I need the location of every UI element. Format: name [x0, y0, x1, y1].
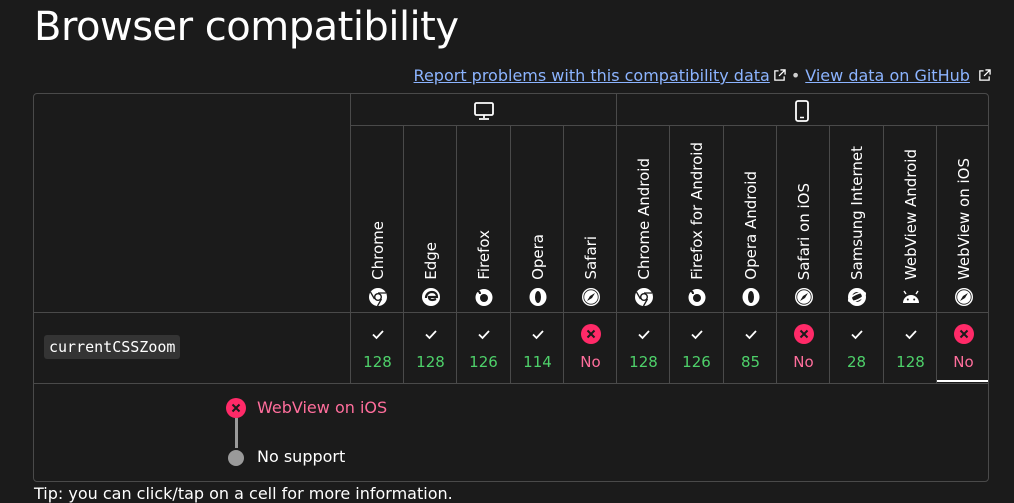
support-cell-chrome[interactable]: 128: [351, 313, 404, 383]
support-cell-webview-on-ios[interactable]: No: [937, 313, 988, 383]
support-cell-opera[interactable]: 114: [511, 313, 564, 383]
firefox-icon: [687, 287, 707, 307]
check-icon: [634, 324, 654, 344]
browser-header-firefox-for-android: Firefox for Android: [670, 126, 723, 312]
view-github-link[interactable]: View data on GitHub: [805, 66, 970, 85]
chrome-icon: [634, 287, 654, 307]
support-version: 28: [846, 353, 867, 371]
browser-header-webview-on-ios: WebView on iOS: [937, 126, 988, 312]
feature-name[interactable]: currentCSSZoom: [44, 335, 181, 359]
browser-name: WebView on iOS: [954, 157, 973, 280]
browser-header-chrome: Chrome: [351, 126, 404, 312]
samsung-internet-icon: [847, 287, 867, 307]
legend-support-label: No support: [257, 447, 346, 466]
browser-header-firefox: Firefox: [457, 126, 510, 312]
mobile-icon: [795, 100, 809, 122]
row-divider: [34, 383, 988, 384]
support-version: 128: [363, 353, 392, 371]
opera-icon: [741, 287, 761, 307]
browser-header-opera-android: Opera Android: [724, 126, 777, 312]
android-icon: [901, 287, 921, 307]
compat-table: Chrome Edge Firefox Opera Safari Chrome Andro…: [33, 93, 989, 482]
no-support-icon: [793, 324, 814, 344]
support-cell-safari-on-ios[interactable]: No: [777, 313, 830, 383]
support-cell-opera-android[interactable]: 85: [724, 313, 777, 383]
support-cell-chrome-android[interactable]: 128: [617, 313, 670, 383]
support-version: 128: [629, 353, 658, 371]
browser-name: Safari on iOS: [794, 182, 813, 280]
no-support-icon: [953, 324, 974, 344]
browser-name: Chrome Android: [634, 158, 653, 280]
support-version: 85: [740, 353, 761, 371]
support-version: 126: [469, 353, 498, 371]
support-version: No: [793, 353, 814, 371]
desktop-icon: [474, 102, 494, 120]
check-icon: [528, 324, 548, 344]
safari-icon: [794, 287, 814, 307]
check-icon: [847, 324, 867, 344]
browser-name: Firefox: [474, 230, 493, 280]
browser-name: Chrome: [368, 221, 387, 280]
check-icon: [901, 324, 921, 344]
browser-header-safari-on-ios: Safari on iOS: [777, 126, 830, 312]
safari-icon: [954, 287, 974, 307]
page-title: Browser compatibility: [34, 4, 459, 50]
no-support-icon: [226, 398, 246, 418]
support-cell-firefox-for-android[interactable]: 126: [670, 313, 723, 383]
check-icon: [687, 324, 707, 344]
support-cell-safari[interactable]: No: [564, 313, 617, 383]
browser-name: Opera: [528, 234, 547, 280]
support-cell-edge[interactable]: 128: [404, 313, 457, 383]
check-icon: [421, 324, 441, 344]
support-version: 128: [416, 353, 445, 371]
check-icon: [368, 324, 388, 344]
browser-header-safari: Safari: [564, 126, 617, 312]
browser-name: WebView Android: [901, 148, 920, 280]
timeline-connector: [235, 418, 238, 448]
browser-header-chrome-android: Chrome Android: [617, 126, 670, 312]
timeline-dot: [228, 450, 244, 466]
edge-icon: [421, 287, 441, 307]
support-version: 128: [896, 353, 925, 371]
report-problems-link[interactable]: Report problems with this compatibility …: [414, 66, 770, 85]
check-icon: [741, 324, 761, 344]
browser-header-webview-android: WebView Android: [884, 126, 937, 312]
active-cell-indicator: [937, 380, 988, 382]
browser-name: Opera Android: [741, 171, 760, 280]
external-link-icon: [774, 69, 786, 81]
support-cell-webview-android[interactable]: 128: [884, 313, 937, 383]
support-version: 114: [523, 353, 552, 371]
support-cell-firefox[interactable]: 126: [457, 313, 510, 383]
chrome-icon: [368, 287, 388, 307]
check-icon: [474, 324, 494, 344]
external-link-icon: [979, 69, 991, 81]
support-version: 126: [682, 353, 711, 371]
support-cell-samsung-internet[interactable]: 28: [830, 313, 883, 383]
no-support-icon: [580, 324, 601, 344]
browser-name: Firefox for Android: [687, 142, 706, 280]
browser-name: Safari: [581, 236, 600, 280]
support-version: No: [953, 353, 974, 371]
legend-browser-name: WebView on iOS: [257, 398, 388, 417]
browser-header-opera: Opera: [511, 126, 564, 312]
browser-header-samsung-internet: Samsung Internet: [830, 126, 883, 312]
browser-name: Edge: [421, 242, 440, 280]
support-version: No: [580, 353, 601, 371]
report-line: Report problems with this compatibility …: [414, 66, 991, 85]
safari-icon: [581, 287, 601, 307]
browser-name: Samsung Internet: [847, 145, 866, 280]
opera-icon: [528, 287, 548, 307]
browser-header-edge: Edge: [404, 126, 457, 312]
firefox-icon: [474, 287, 494, 307]
separator-dot: •: [790, 66, 801, 85]
tip-text: Tip: you can click/tap on a cell for mor…: [34, 484, 453, 503]
